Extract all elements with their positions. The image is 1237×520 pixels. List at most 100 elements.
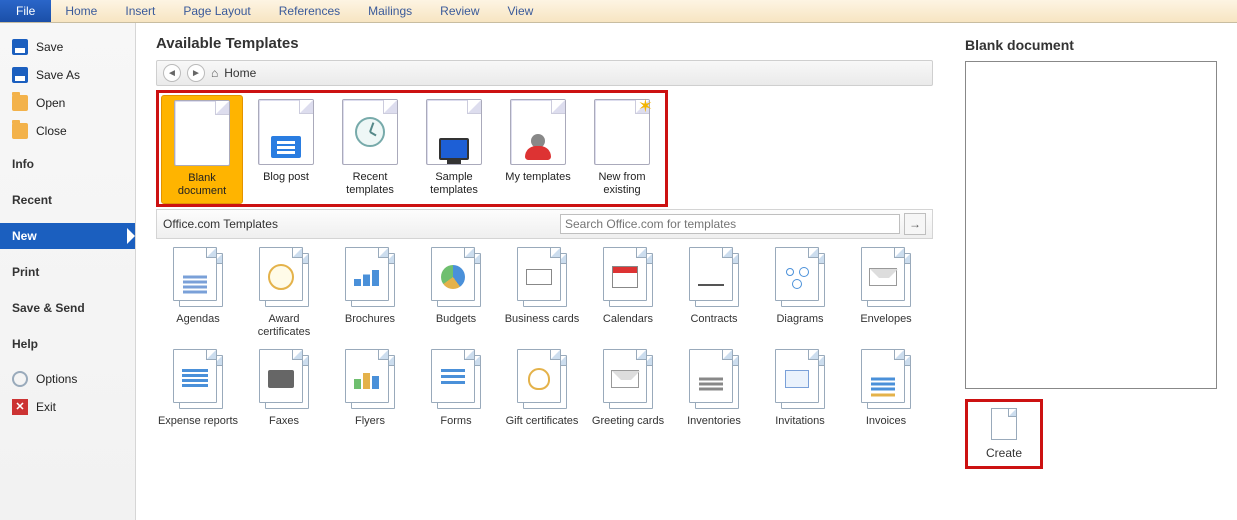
main-panel: Available Templates ◄ ► ⌂ Home Blank doc… [136,23,947,520]
clock-icon [355,117,385,147]
nav-forward-button[interactable]: ► [187,64,205,82]
mini-invite-icon [785,370,809,388]
template-calendars[interactable]: Calendars [586,245,670,344]
template-label: Flyers [355,415,385,428]
template-expense-reports[interactable]: Expense reports [156,347,240,434]
template-label: Diagrams [776,313,823,326]
side-save[interactable]: Save [0,33,135,61]
mini-pie-icon [441,265,465,289]
mini-diag-icon [784,266,810,288]
template-greeting-cards[interactable]: Greeting cards [586,347,670,434]
template-budgets[interactable]: Budgets [414,245,498,344]
tile-blog-post-label: Blog post [263,171,309,184]
template-label: Gift certificates [506,415,579,428]
ribbon-tab-home[interactable]: Home [51,0,111,22]
tile-my-templates[interactable]: My templates [497,95,579,204]
mini-cal-icon [612,266,638,288]
mini-env-icon [869,268,897,286]
template-grid: AgendasAward certificatesBrochuresBudget… [156,245,933,433]
row1-highlight: Blank document Blog post Recent template… [156,90,668,207]
ribbon-tab-review[interactable]: Review [426,0,493,22]
side-save-label: Save [36,40,63,54]
tile-recent-templates[interactable]: Recent templates [329,95,411,204]
search-go-button[interactable]: → [904,213,926,235]
template-label: Faxes [269,415,299,428]
side-help-label: Help [12,337,38,351]
person-icon [525,134,551,160]
options-icon [12,371,28,387]
side-recent-label: Recent [12,193,52,207]
template-invoices[interactable]: Invoices [844,347,928,434]
template-label: Award certificates [242,313,326,338]
template-label: Expense reports [158,415,238,428]
template-brochures[interactable]: Brochures [328,245,412,344]
side-new[interactable]: New [0,223,135,249]
open-icon [12,95,28,111]
create-button[interactable]: Create [965,399,1043,469]
side-help[interactable]: Help [0,331,135,357]
template-inventories[interactable]: Inventories [672,347,756,434]
mini-bar-icon [354,369,380,389]
search-input[interactable] [560,214,900,234]
template-label: Inventories [687,415,741,428]
tile-sample-templates-label: Sample templates [415,171,493,196]
template-faxes[interactable]: Faxes [242,347,326,434]
nav-back-button[interactable]: ◄ [163,64,181,82]
office-templates-header: Office.com Templates → [156,209,933,239]
template-invitations[interactable]: Invitations [758,347,842,434]
ribbon-tab-view[interactable]: View [494,0,548,22]
side-options[interactable]: Options [0,365,135,393]
template-business-cards[interactable]: Business cards [500,245,584,344]
template-diagrams[interactable]: Diagrams [758,245,842,344]
ribbon-tab-references[interactable]: References [265,0,354,22]
blog-icon [271,136,301,158]
tile-my-templates-label: My templates [505,171,570,184]
mini-table-icon [182,369,208,389]
side-exit[interactable]: ✕Exit [0,393,135,421]
available-templates-title: Available Templates [156,35,933,52]
home-icon[interactable]: ⌂ [211,66,218,80]
mini-fax-icon [268,370,294,388]
ribbon-tab-page-layout[interactable]: Page Layout [169,0,264,22]
template-forms[interactable]: Forms [414,347,498,434]
tile-recent-templates-label: Recent templates [331,171,409,196]
ribbon-tab-insert[interactable]: Insert [111,0,169,22]
preview-image [965,61,1217,389]
template-label: Greeting cards [592,415,664,428]
ribbon-tab-file[interactable]: File [0,0,51,22]
template-contracts[interactable]: Contracts [672,245,756,344]
ribbon-tab-mailings[interactable]: Mailings [354,0,426,22]
side-info[interactable]: Info [0,151,135,177]
monitor-icon [439,138,469,160]
tile-blank-document-label: Blank document [164,172,240,197]
office-templates-title: Office.com Templates [163,217,278,231]
mini-inv-icon [699,377,723,380]
save-icon [12,39,28,55]
create-label: Create [986,446,1022,460]
template-gift-certificates[interactable]: Gift certificates [500,347,584,434]
tile-new-from-existing[interactable]: ✶ New from existing [581,95,663,204]
mini-env-icon [611,370,639,388]
template-agendas[interactable]: Agendas [156,245,240,344]
mini-sig-icon [698,268,724,286]
mini-badge-icon [268,264,294,290]
breadcrumb-home[interactable]: Home [224,66,256,80]
template-award-certificates[interactable]: Award certificates [242,245,326,344]
tile-sample-templates[interactable]: Sample templates [413,95,495,204]
template-envelopes[interactable]: Envelopes [844,245,928,344]
spark-icon: ✶ [638,96,653,117]
side-recent[interactable]: Recent [0,187,135,213]
side-exit-label: Exit [36,400,56,414]
side-open[interactable]: Open [0,89,135,117]
side-save-as[interactable]: Save As [0,61,135,89]
template-label: Business cards [505,313,580,326]
preview-panel: Blank document Create [947,23,1237,520]
tile-blank-document[interactable]: Blank document [161,95,243,204]
side-save-send[interactable]: Save & Send [0,295,135,321]
side-close[interactable]: Close [0,117,135,145]
side-new-label: New [12,229,37,243]
template-label: Invoices [866,415,906,428]
tile-blog-post[interactable]: Blog post [245,95,327,204]
side-print[interactable]: Print [0,259,135,285]
template-flyers[interactable]: Flyers [328,347,412,434]
